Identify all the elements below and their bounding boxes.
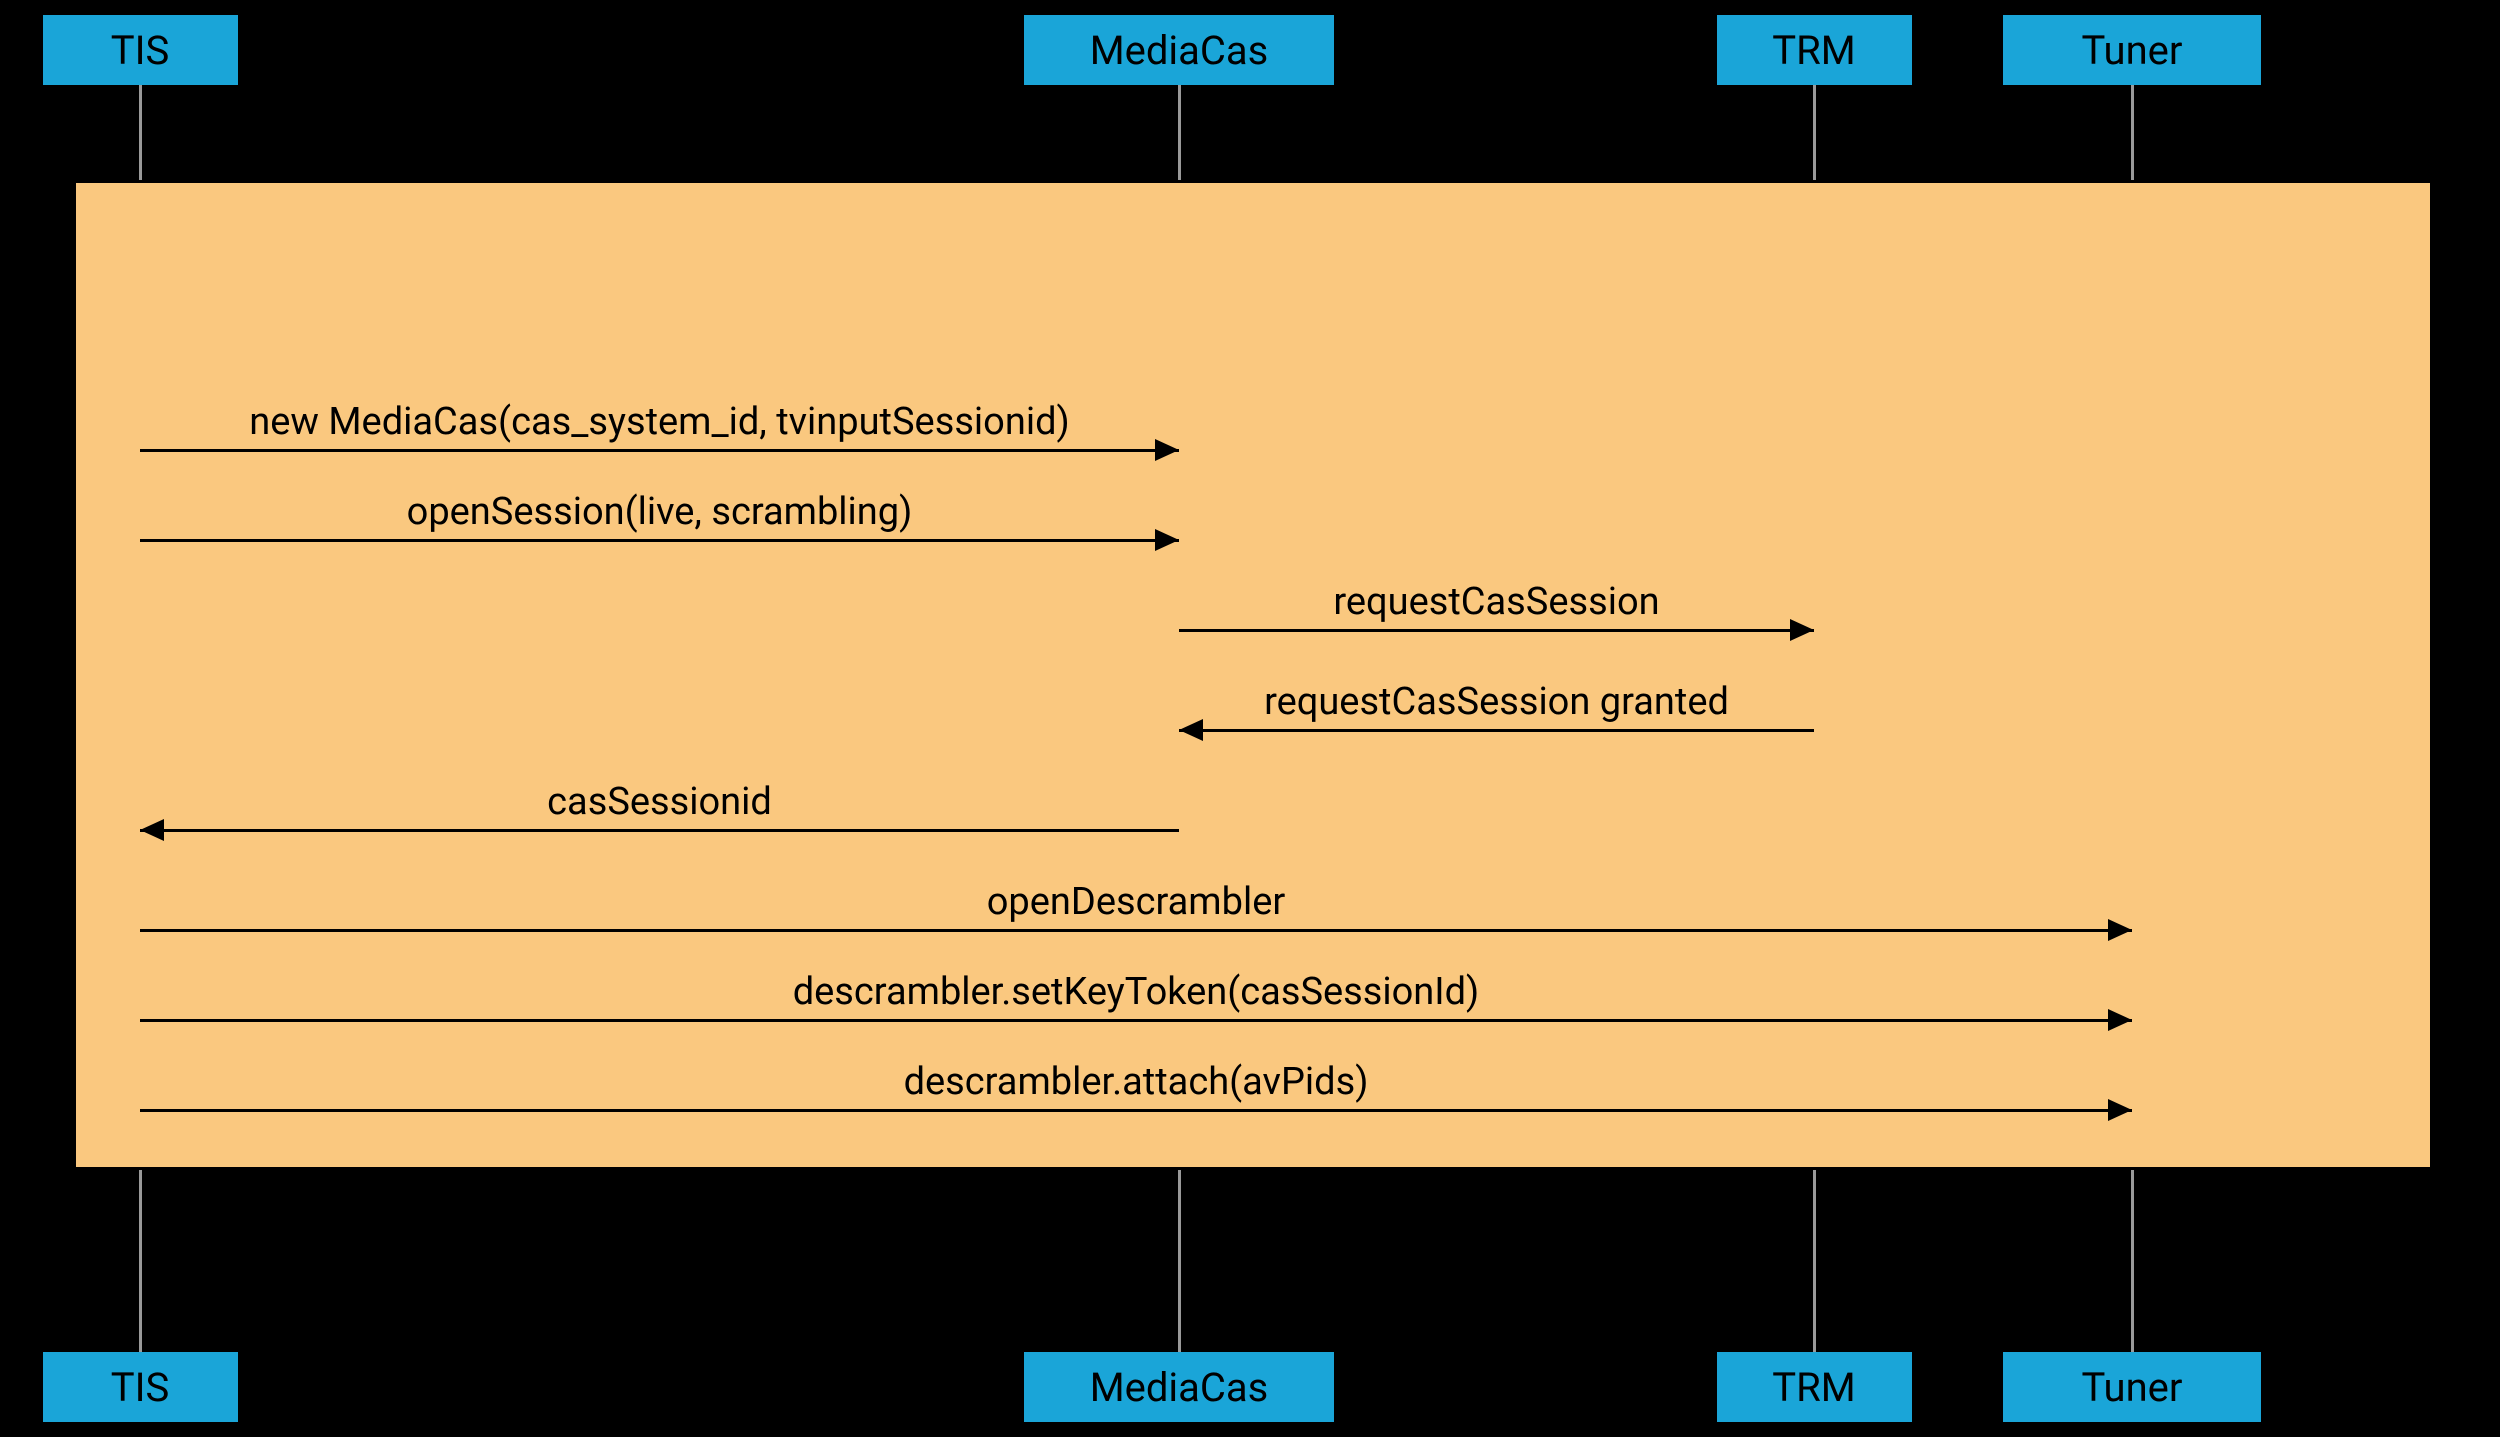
participant-tis-bottom: TIS — [43, 1352, 238, 1422]
participant-mediacas-top: MediaCas — [1024, 15, 1334, 85]
message-label-1: openSession(live, scrambling) — [407, 490, 913, 534]
participant-tis-top: TIS — [43, 15, 238, 85]
message-arrowhead-2 — [1790, 619, 1814, 641]
message-label-5: openDescrambler — [987, 880, 1285, 924]
message-arrow-5 — [140, 929, 2132, 932]
message-label-3: requestCasSession granted — [1264, 680, 1729, 724]
message-arrowhead-4 — [140, 819, 164, 841]
message-arrow-6 — [140, 1019, 2132, 1022]
participant-tuner-top: Tuner — [2003, 15, 2261, 85]
message-label-2: requestCasSession — [1333, 580, 1659, 624]
message-arrowhead-7 — [2108, 1099, 2132, 1121]
message-arrowhead-5 — [2108, 919, 2132, 941]
message-label-7: descrambler.attach(avPids) — [904, 1060, 1369, 1104]
message-arrowhead-1 — [1155, 529, 1179, 551]
message-arrow-0 — [140, 449, 1179, 452]
message-arrowhead-0 — [1155, 439, 1179, 461]
message-arrow-2 — [1179, 629, 1814, 632]
message-label-6: descrambler.setKeyToken(casSessionId) — [793, 970, 1480, 1014]
participant-tuner-bottom: Tuner — [2003, 1352, 2261, 1422]
message-arrow-7 — [140, 1109, 2132, 1112]
message-arrow-4 — [140, 829, 1179, 832]
participant-mediacas-bottom: MediaCas — [1024, 1352, 1334, 1422]
alternative-fragment — [73, 180, 2433, 1170]
message-arrowhead-3 — [1179, 719, 1203, 741]
message-label-4: casSessionid — [547, 780, 772, 824]
message-label-0: new MediaCas(cas_system_id, tvinputSessi… — [249, 400, 1069, 444]
message-arrow-1 — [140, 539, 1179, 542]
participant-trm-bottom: TRM — [1717, 1352, 1912, 1422]
message-arrowhead-6 — [2108, 1009, 2132, 1031]
participant-trm-top: TRM — [1717, 15, 1912, 85]
message-arrow-3 — [1179, 729, 1814, 732]
